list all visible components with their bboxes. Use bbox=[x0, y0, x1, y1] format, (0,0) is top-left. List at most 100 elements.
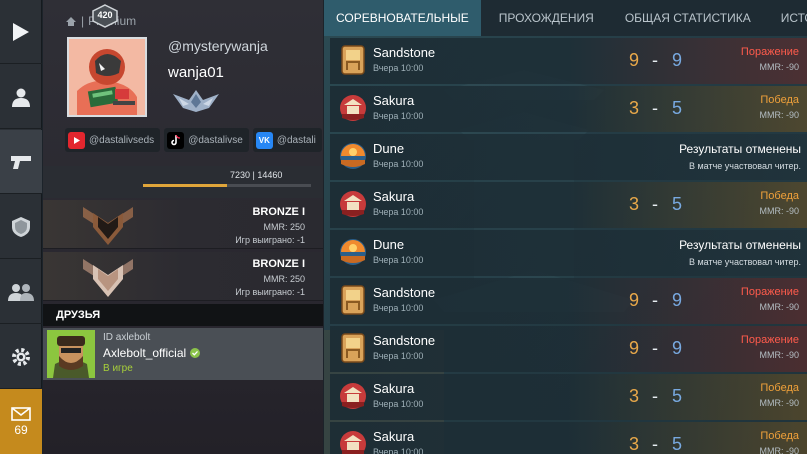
friend-item[interactable]: ID axlebolt Axlebolt_official В игре bbox=[43, 328, 323, 380]
tab-general-stats[interactable]: ОБЩАЯ СТАТИСТИКА bbox=[612, 0, 764, 36]
match-mmr: MMR: -90 bbox=[759, 110, 799, 120]
profile-nickname: wanja01 bbox=[168, 64, 224, 81]
match-time: Вчера 10:00 bbox=[373, 63, 424, 73]
weapons-nav-button[interactable] bbox=[0, 130, 42, 194]
sandstone-map-icon bbox=[338, 284, 368, 316]
tiktok-icon bbox=[167, 131, 185, 149]
map-name: Sakura bbox=[373, 93, 415, 108]
tab-bar: СОРЕВНОВАТЕЛЬНЫЕ ПРОХОЖДЕНИЯ ОБЩАЯ СТАТИ… bbox=[324, 0, 807, 36]
map-name: Sandstone bbox=[373, 333, 436, 348]
friend-status: В игре bbox=[103, 363, 133, 374]
score-separator: - bbox=[652, 194, 658, 214]
match-row[interactable]: Sandstone Вчера 10:00 9-9 Поражение MMR: -90 bbox=[330, 278, 807, 324]
avatar[interactable] bbox=[67, 37, 147, 117]
side-nav: 69 bbox=[0, 0, 42, 454]
match-time: Вчера 10:00 bbox=[373, 255, 424, 265]
crown-icon bbox=[66, 16, 76, 26]
rank-wins: Игр выиграно: -1 bbox=[235, 235, 305, 245]
match-row[interactable]: Sandstone Вчера 10:00 9-9 Поражение MMR: -90 bbox=[330, 326, 807, 372]
pistol-icon bbox=[11, 155, 31, 169]
rank-name: BRONZE I bbox=[252, 206, 305, 218]
match-time: Вчера 10:00 bbox=[373, 111, 424, 121]
score-team-b: 9 bbox=[671, 50, 682, 70]
avatar-image bbox=[69, 39, 145, 115]
score-team-b: 9 bbox=[671, 290, 682, 310]
score-team-a: 9 bbox=[628, 290, 639, 310]
sakura-map-icon bbox=[338, 428, 368, 454]
xp-progress-fill bbox=[143, 184, 227, 187]
friend-name: Axlebolt_official bbox=[103, 346, 201, 360]
xp-progress-bar bbox=[143, 184, 311, 187]
rank-mmr: MMR: 250 bbox=[263, 222, 305, 232]
dune-map-icon bbox=[338, 236, 368, 268]
score-separator: - bbox=[652, 98, 658, 118]
vk-icon: VK bbox=[255, 131, 273, 149]
score-team-a: 3 bbox=[628, 434, 639, 454]
sakura-map-icon bbox=[338, 188, 368, 220]
score-team-a: 9 bbox=[628, 50, 639, 70]
sandstone-map-icon bbox=[338, 44, 368, 76]
map-name: Dune bbox=[373, 237, 405, 252]
match-row[interactable]: Sakura Вчера 10:00 3-5 Победа MMR: -90 bbox=[330, 182, 807, 228]
score-team-a: 3 bbox=[628, 98, 639, 118]
match-result: Поражение bbox=[740, 334, 799, 346]
map-name: Sakura bbox=[373, 189, 415, 204]
score-team-b: 5 bbox=[671, 98, 682, 118]
score-team-b: 5 bbox=[671, 194, 682, 214]
bronze-rank-icon bbox=[83, 259, 133, 297]
rank-wins: Игр выиграно: -1 bbox=[235, 287, 305, 297]
group-icon bbox=[8, 283, 34, 301]
match-time: Вчера 10:00 bbox=[373, 447, 424, 454]
score-team-a: 9 bbox=[628, 338, 639, 358]
match-time: Вчера 10:00 bbox=[373, 207, 424, 217]
tiktok-link[interactable]: @dastalivse bbox=[164, 128, 249, 152]
play-button[interactable] bbox=[0, 0, 42, 64]
match-result: Результаты отменены bbox=[679, 142, 801, 156]
score-separator: - bbox=[652, 386, 658, 406]
rank-row-allies: BRONZE I MMR: 250 Игр выиграно: -1 bbox=[43, 252, 323, 301]
match-row[interactable]: Sandstone Вчера 10:00 9-9 Поражение MMR: -90 bbox=[330, 38, 807, 84]
score-separator: - bbox=[652, 338, 658, 358]
match-row[interactable]: Dune Вчера 10:00 Результаты отменены В матч… bbox=[330, 230, 807, 276]
youtube-link[interactable]: @dastalivseds bbox=[65, 128, 161, 152]
map-name: Dune bbox=[373, 141, 405, 156]
friends-header: ДРУЗЬЯ bbox=[43, 304, 323, 326]
friends-nav-button[interactable] bbox=[0, 260, 42, 324]
profile-nav-button[interactable] bbox=[0, 65, 42, 129]
mail-button[interactable]: 69 bbox=[0, 389, 42, 454]
friend-avatar bbox=[47, 330, 95, 378]
score-team-b: 5 bbox=[671, 434, 682, 454]
match-row[interactable]: Dune Вчера 10:00 Результаты отменены В матч… bbox=[330, 134, 807, 180]
match-row[interactable]: Sakura Вчера 10:00 3-5 Победа MMR: -90 bbox=[330, 422, 807, 454]
settings-nav-button[interactable] bbox=[0, 325, 42, 389]
vk-link[interactable]: VK @dastali bbox=[252, 128, 322, 152]
tab-campaigns[interactable]: ПРОХОЖДЕНИЯ bbox=[481, 0, 612, 36]
map-name: Sandstone bbox=[373, 285, 436, 300]
match-row[interactable]: Sakura Вчера 10:00 3-5 Победа MMR: -90 bbox=[330, 374, 807, 420]
bronze-rank-icon bbox=[83, 207, 133, 245]
score-separator: - bbox=[652, 290, 658, 310]
match-mmr: MMR: -90 bbox=[759, 302, 799, 312]
tab-match-history[interactable]: ИСТОРИЯ МАТЧЕЙ bbox=[764, 0, 807, 36]
score-team-a: 3 bbox=[628, 194, 639, 214]
mail-count: 69 bbox=[14, 422, 28, 437]
map-name: Sandstone bbox=[373, 45, 436, 60]
match-history-panel: СОРЕВНОВАТЕЛЬНЫЕ ПРОХОЖДЕНИЯ ОБЩАЯ СТАТИ… bbox=[324, 0, 807, 454]
match-note: В матче участвовал читер. bbox=[688, 161, 801, 171]
match-time: Вчера 10:00 bbox=[373, 159, 424, 169]
xp-text: 7230 | 14460 bbox=[230, 170, 283, 180]
match-result: Победа bbox=[760, 430, 799, 442]
score-separator: - bbox=[652, 434, 658, 454]
match-time: Вчера 10:00 bbox=[373, 351, 424, 361]
match-row[interactable]: Sakura Вчера 10:00 3-5 Победа MMR: -90 bbox=[330, 86, 807, 132]
match-result: Победа bbox=[760, 190, 799, 202]
clan-nav-button[interactable] bbox=[0, 195, 42, 259]
match-mmr: MMR: -90 bbox=[759, 446, 799, 454]
rank-mmr: MMR: 250 bbox=[263, 274, 305, 284]
match-time: Вчера 10:00 bbox=[373, 399, 424, 409]
match-note: В матче участвовал читер. bbox=[688, 257, 801, 267]
profile-panel: | Premium @mysterywanja wanja01 bbox=[43, 0, 323, 454]
score-team-b: 5 bbox=[671, 386, 682, 406]
profile-handle: @mysterywanja bbox=[168, 38, 268, 54]
tab-competitive[interactable]: СОРЕВНОВАТЕЛЬНЫЕ bbox=[324, 0, 481, 36]
